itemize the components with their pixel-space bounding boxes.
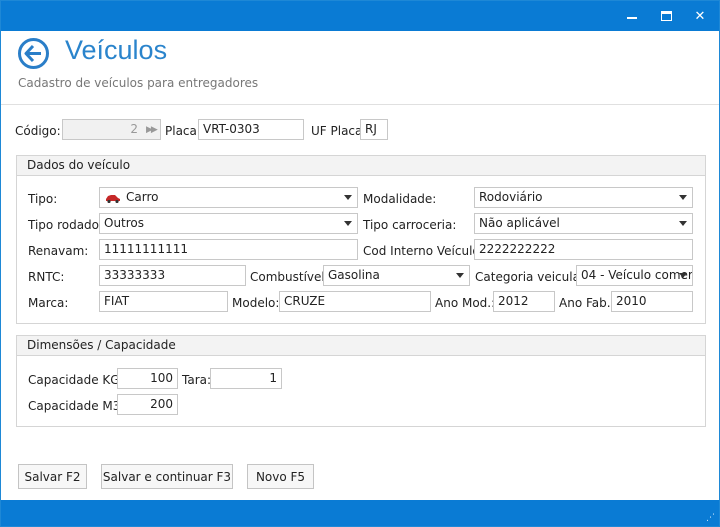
uf-placa-label: UF Placa: xyxy=(311,124,367,138)
cap-m3-label: Capacidade M3: xyxy=(28,399,125,413)
new-button[interactable]: Novo F5 xyxy=(247,464,314,489)
cap-m3-field[interactable]: 200 xyxy=(117,394,178,415)
header-divider xyxy=(1,104,719,105)
tipo-label: Tipo: xyxy=(28,192,58,206)
modalidade-value: Rodoviário xyxy=(479,190,543,204)
tara-label: Tara: xyxy=(182,373,212,387)
placa-label: Placa: xyxy=(165,124,201,138)
maximize-button[interactable] xyxy=(649,1,683,31)
marca-label: Marca: xyxy=(28,296,69,310)
renavam-field[interactable]: 11111111111 xyxy=(99,239,358,260)
placa-field[interactable]: VRT-0303 xyxy=(198,119,304,140)
codigo-label: Código: xyxy=(15,124,61,138)
combustivel-label: Combustível: xyxy=(250,270,329,284)
categoria-veicular-value: 04 - Veículo comercial xyxy=(581,268,693,282)
title-bar: ✕ xyxy=(1,1,719,31)
tipo-rodado-select[interactable]: Outros xyxy=(99,213,358,234)
dimensoes-header: Dimensões / Capacidade xyxy=(17,336,705,356)
ano-mod-field[interactable]: 2012 xyxy=(493,291,555,312)
rntc-label: RNTC: xyxy=(28,270,65,284)
ano-fab-field[interactable]: 2010 xyxy=(611,291,693,312)
combustivel-value: Gasolina xyxy=(328,268,380,282)
chevron-down-icon xyxy=(679,195,687,200)
chevron-down-icon xyxy=(344,195,352,200)
close-button[interactable]: ✕ xyxy=(683,1,717,31)
tipo-carroceria-label: Tipo carroceria: xyxy=(363,218,457,232)
modelo-field[interactable]: CRUZE xyxy=(279,291,431,312)
cod-interno-field[interactable]: 2222222222 xyxy=(474,239,693,260)
modalidade-label: Modalidade: xyxy=(363,192,437,206)
categoria-veicular-label: Categoria veicular: xyxy=(475,270,589,284)
tipo-carroceria-value: Não aplicável xyxy=(479,216,560,230)
uf-placa-field[interactable]: RJ xyxy=(360,119,388,140)
tipo-select[interactable]: Carro xyxy=(99,187,358,208)
maximize-icon xyxy=(660,11,672,21)
tipo-value: Carro xyxy=(126,190,159,204)
modalidade-select[interactable]: Rodoviário xyxy=(474,187,693,208)
app-window: ✕ Veículos Cadastro de veículos para ent… xyxy=(0,0,720,527)
tipo-carroceria-select[interactable]: Não aplicável xyxy=(474,213,693,234)
renavam-label: Renavam: xyxy=(28,244,89,258)
car-icon xyxy=(106,194,120,203)
marca-field[interactable]: FIAT xyxy=(99,291,228,312)
dados-veiculo-header: Dados do veículo xyxy=(17,156,705,176)
chevron-down-icon xyxy=(679,221,687,226)
close-icon: ✕ xyxy=(694,8,706,24)
modelo-label: Modelo: xyxy=(232,296,280,310)
cap-kg-field[interactable]: 100 xyxy=(117,368,178,389)
tipo-rodado-value: Outros xyxy=(104,216,145,230)
chevron-down-icon xyxy=(456,273,464,278)
minimize-icon xyxy=(627,17,637,19)
page-title: Veículos xyxy=(65,35,168,65)
cap-kg-label: Capacidade KG: xyxy=(28,373,124,387)
resize-grip-icon[interactable]: ⋰ xyxy=(706,513,715,523)
ano-mod-label: Ano Mod.: xyxy=(435,296,496,310)
arrow-left-icon xyxy=(24,44,41,63)
tipo-rodado-label: Tipo rodado: xyxy=(28,218,104,232)
chevron-down-icon xyxy=(679,273,687,278)
save-button[interactable]: Salvar F2 xyxy=(18,464,87,489)
minimize-button[interactable] xyxy=(615,1,649,31)
chevron-down-icon xyxy=(344,221,352,226)
back-button[interactable] xyxy=(18,38,49,69)
status-bar: ⋰ xyxy=(1,500,719,526)
rntc-field[interactable]: 33333333 xyxy=(99,265,246,286)
save-continue-button[interactable]: Salvar e continuar F3 xyxy=(101,464,233,489)
combustivel-select[interactable]: Gasolina xyxy=(323,265,470,286)
ano-fab-label: Ano Fab.: xyxy=(559,296,615,310)
forward-icon[interactable]: ▶▶ xyxy=(146,125,158,135)
tara-field[interactable]: 1 xyxy=(210,368,282,389)
page-subtitle: Cadastro de veículos para entregadores xyxy=(18,76,259,90)
categoria-veicular-select[interactable]: 04 - Veículo comercial xyxy=(576,265,693,286)
cod-interno-label: Cod Interno Veículo: xyxy=(363,244,484,258)
